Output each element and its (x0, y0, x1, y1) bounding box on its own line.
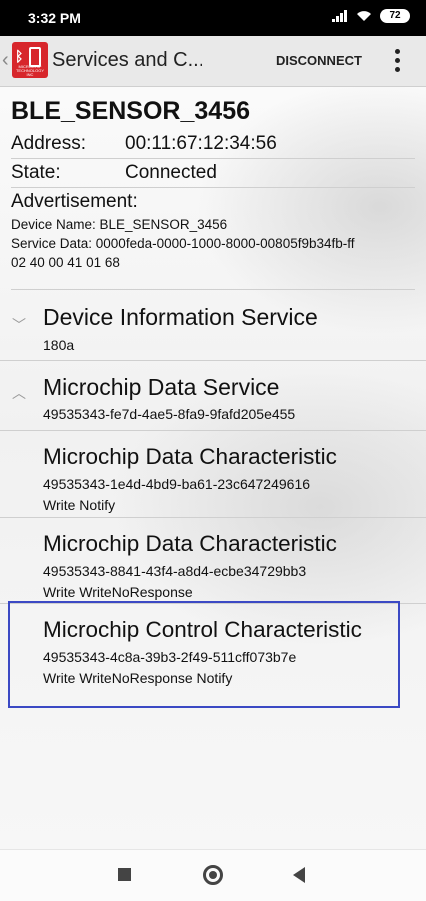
state-row: State: Connected (11, 162, 217, 184)
system-nav-bar (0, 849, 426, 901)
characteristic-properties: Write Notify (43, 497, 116, 513)
disconnect-button[interactable]: DISCONNECT (276, 53, 362, 68)
microchip-app-logo: ᛒ MICROCHIP TECHNOLOGY INC (12, 42, 48, 78)
app-bar: ‹ ᛒ MICROCHIP TECHNOLOGY INC Services an… (0, 36, 426, 87)
service-title: Device Information Service (43, 304, 318, 330)
service-uuid: 180a (43, 337, 75, 353)
divider (0, 517, 426, 518)
home-icon[interactable] (203, 865, 223, 885)
status-bar: 3:32 PM 72 (0, 0, 426, 36)
main-content: BLE_SENSOR_3456 Address: 00:11:67:12:34:… (0, 87, 426, 849)
characteristic-properties: Write WriteNoResponse Notify (43, 670, 233, 686)
state-label: State: (11, 162, 61, 183)
recents-icon[interactable] (118, 868, 131, 881)
address-value: 00:11:67:12:34:56 (125, 133, 277, 154)
state-value: Connected (125, 162, 217, 183)
advertisement-label: Advertisement: (11, 191, 138, 212)
address-label: Address: (11, 133, 86, 154)
divider (0, 360, 426, 361)
chevron-up-icon[interactable]: ︿ (12, 383, 26, 403)
divider (11, 289, 415, 290)
divider (11, 187, 415, 188)
status-icons: 72 (332, 9, 410, 23)
divider (11, 158, 415, 159)
overflow-menu-icon[interactable] (390, 46, 404, 76)
logo-text: MICROCHIP TECHNOLOGY INC (15, 64, 44, 77)
characteristic-uuid: 49535343-1e4d-4bd9-ba61-23c647249616 (43, 476, 311, 492)
battery-icon: 72 (380, 9, 410, 23)
characteristic-title: Microchip Control Characteristic (43, 617, 362, 642)
divider (0, 430, 426, 431)
chevron-down-icon[interactable]: ﹀ (12, 315, 26, 335)
address-row: Address: 00:11:67:12:34:56 (11, 133, 277, 155)
advertisement-line: Service Data: 0000feda-0000-1000-8000-00… (11, 236, 355, 251)
characteristic-uuid: 49535343-8841-43f4-a8d4-ecbe34729bb3 (43, 563, 307, 579)
characteristic-properties: Write WriteNoResponse (43, 584, 193, 600)
page-title: Services and C... (52, 49, 202, 71)
characteristic-uuid: 49535343-4c8a-39b3-2f49-511cff073b7e (43, 649, 297, 665)
service-uuid: 49535343-fe7d-4ae5-8fa9-9fafd205e455 (43, 406, 296, 422)
wifi-icon (357, 11, 371, 21)
back-arrow-icon[interactable]: ‹ (2, 49, 9, 72)
back-icon[interactable] (293, 867, 305, 883)
status-time: 3:32 PM (28, 10, 81, 26)
bluetooth-icon: ᛒ (15, 48, 24, 64)
characteristic-title: Microchip Data Characteristic (43, 444, 337, 469)
advertisement-line: 02 40 00 41 01 68 (11, 255, 120, 270)
device-name: BLE_SENSOR_3456 (11, 97, 251, 125)
signal-icon (332, 10, 347, 22)
service-title: Microchip Data Service (43, 374, 280, 400)
characteristic-title: Microchip Data Characteristic (43, 531, 337, 556)
advertisement-line: Device Name: BLE_SENSOR_3456 (11, 217, 228, 232)
